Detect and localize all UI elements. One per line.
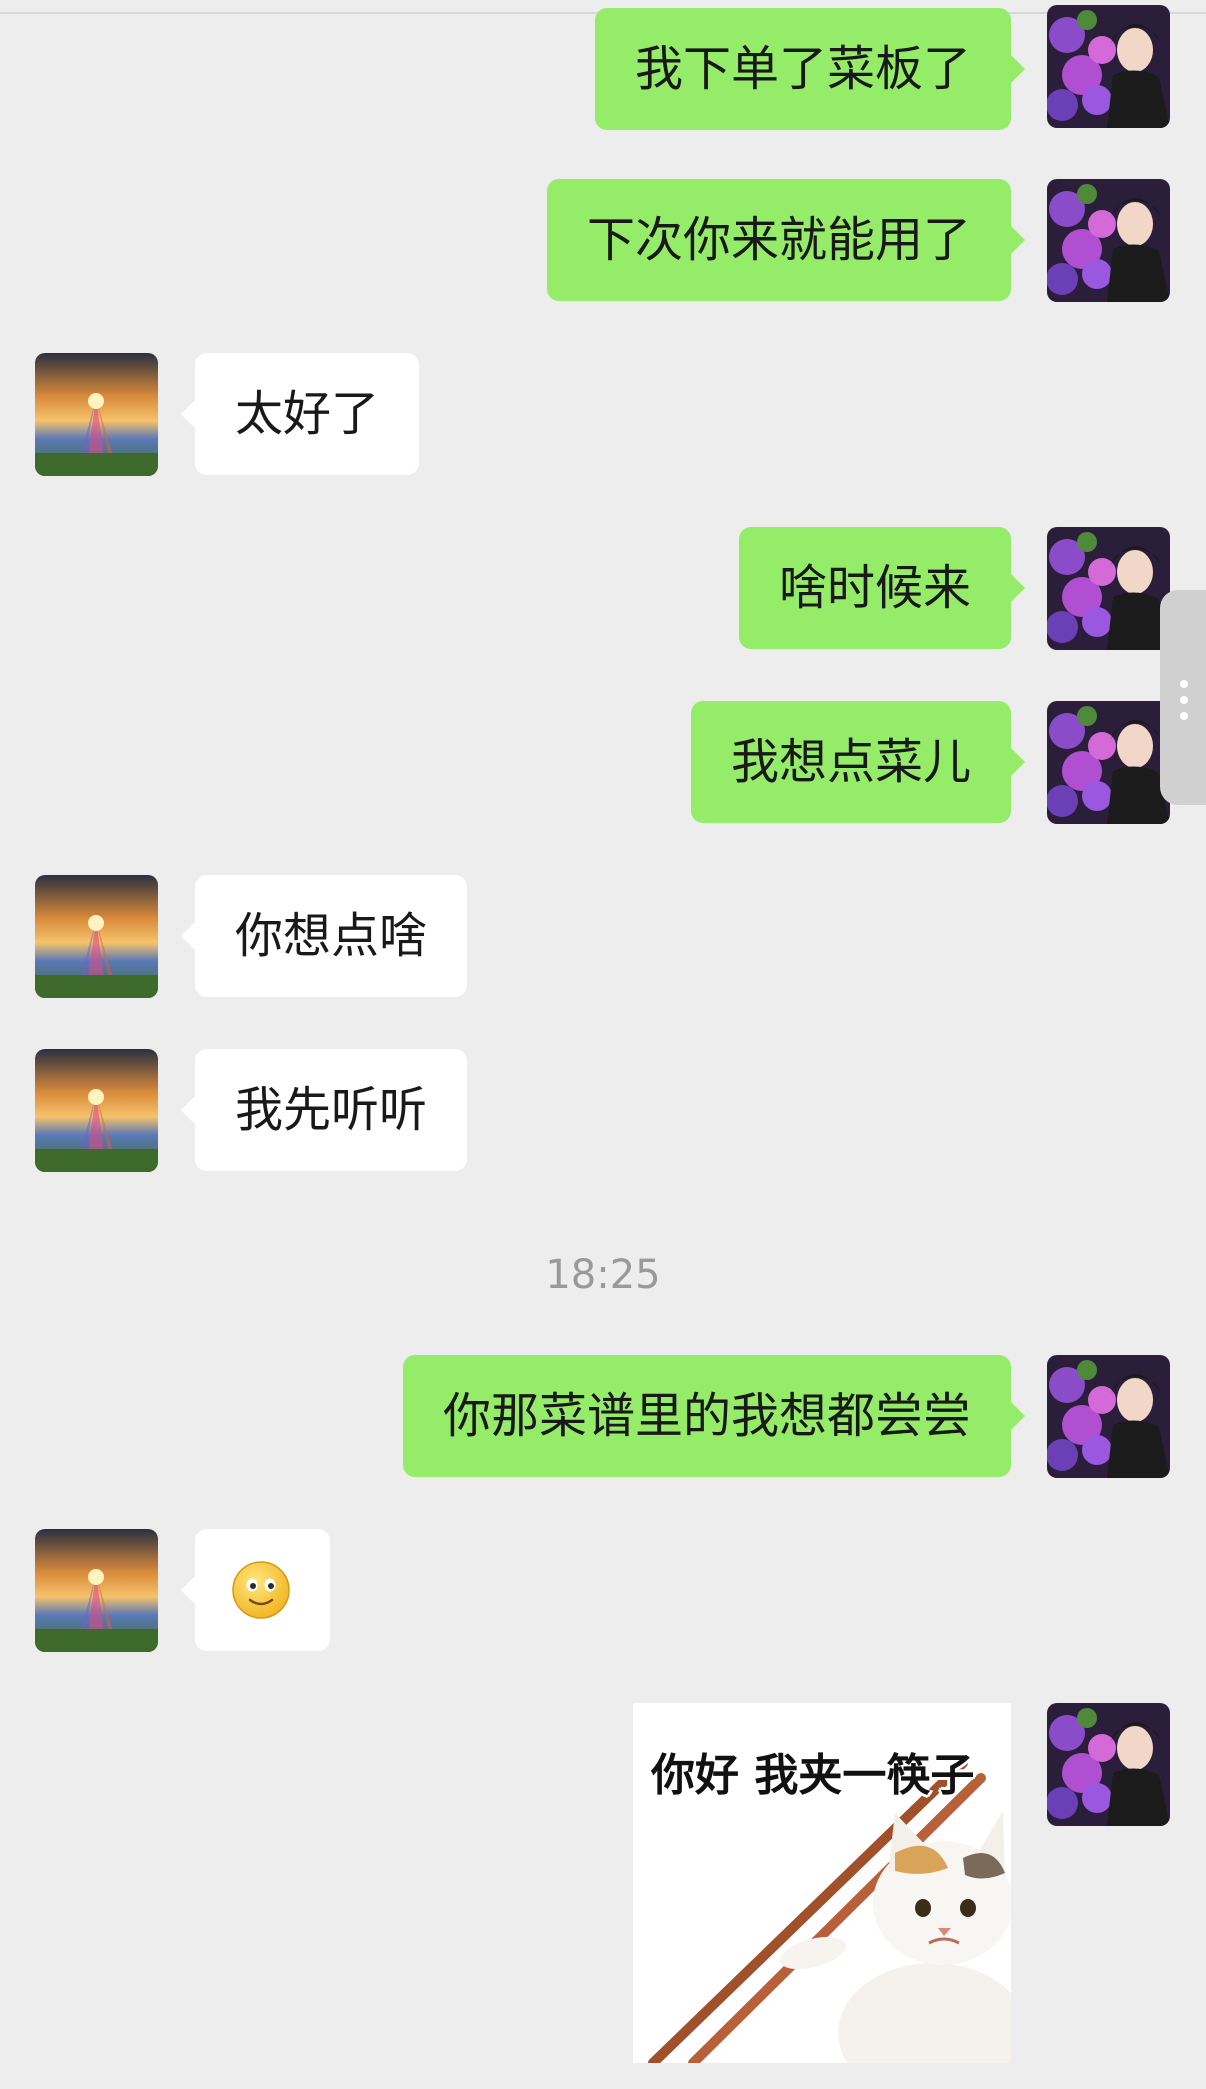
my-avatar[interactable] [1047, 1355, 1170, 1478]
sticker-caption: 你好 我夹一筷子 [651, 1750, 975, 1801]
message-bubble[interactable]: 下次你来就能用了 [546, 179, 1026, 301]
vertical-dots-icon [1180, 696, 1188, 704]
contact-avatar[interactable] [35, 353, 158, 476]
contact-avatar[interactable] [35, 875, 158, 998]
my-avatar[interactable] [1047, 527, 1170, 650]
smile-emoji-icon [232, 1561, 290, 1619]
contact-avatar[interactable] [35, 1049, 158, 1172]
message-text: 啥时候来 [778, 560, 971, 616]
my-avatar[interactable] [1047, 701, 1170, 824]
message-text: 我下单了菜板了 [634, 41, 971, 97]
message-text: 我先听听 [235, 1082, 428, 1138]
my-avatar[interactable] [1047, 5, 1170, 128]
timestamp: 18:25 [545, 1252, 661, 1298]
message-bubble[interactable]: 你想点啥 [180, 875, 468, 997]
contact-avatar[interactable] [35, 1529, 158, 1652]
message-bubble[interactable]: 我下单了菜板了 [594, 8, 1026, 130]
message-text: 我想点菜儿 [730, 734, 971, 790]
my-avatar[interactable] [1047, 179, 1170, 302]
message-bubble[interactable]: 你那菜谱里的我想都尝尝 [402, 1355, 1026, 1477]
message-text: 你想点啥 [235, 908, 428, 964]
my-avatar[interactable] [1047, 1703, 1170, 1826]
vertical-dots-icon [1180, 712, 1188, 720]
message-text: 下次你来就能用了 [586, 212, 971, 268]
sticker-message[interactable]: 你好 我夹一筷子 [633, 1703, 1011, 2063]
message-text: 太好了 [235, 386, 380, 442]
message-text: 你那菜谱里的我想都尝尝 [442, 1388, 971, 1444]
message-bubble[interactable]: 啥时候来 [738, 527, 1026, 649]
scroll-handle[interactable] [1160, 590, 1206, 805]
message-bubble[interactable]: 我想点菜儿 [690, 701, 1026, 823]
message-bubble[interactable]: 太好了 [180, 353, 420, 475]
vertical-dots-icon [1180, 680, 1188, 688]
message-bubble[interactable] [181, 1529, 330, 1651]
message-bubble[interactable]: 我先听听 [180, 1049, 468, 1171]
